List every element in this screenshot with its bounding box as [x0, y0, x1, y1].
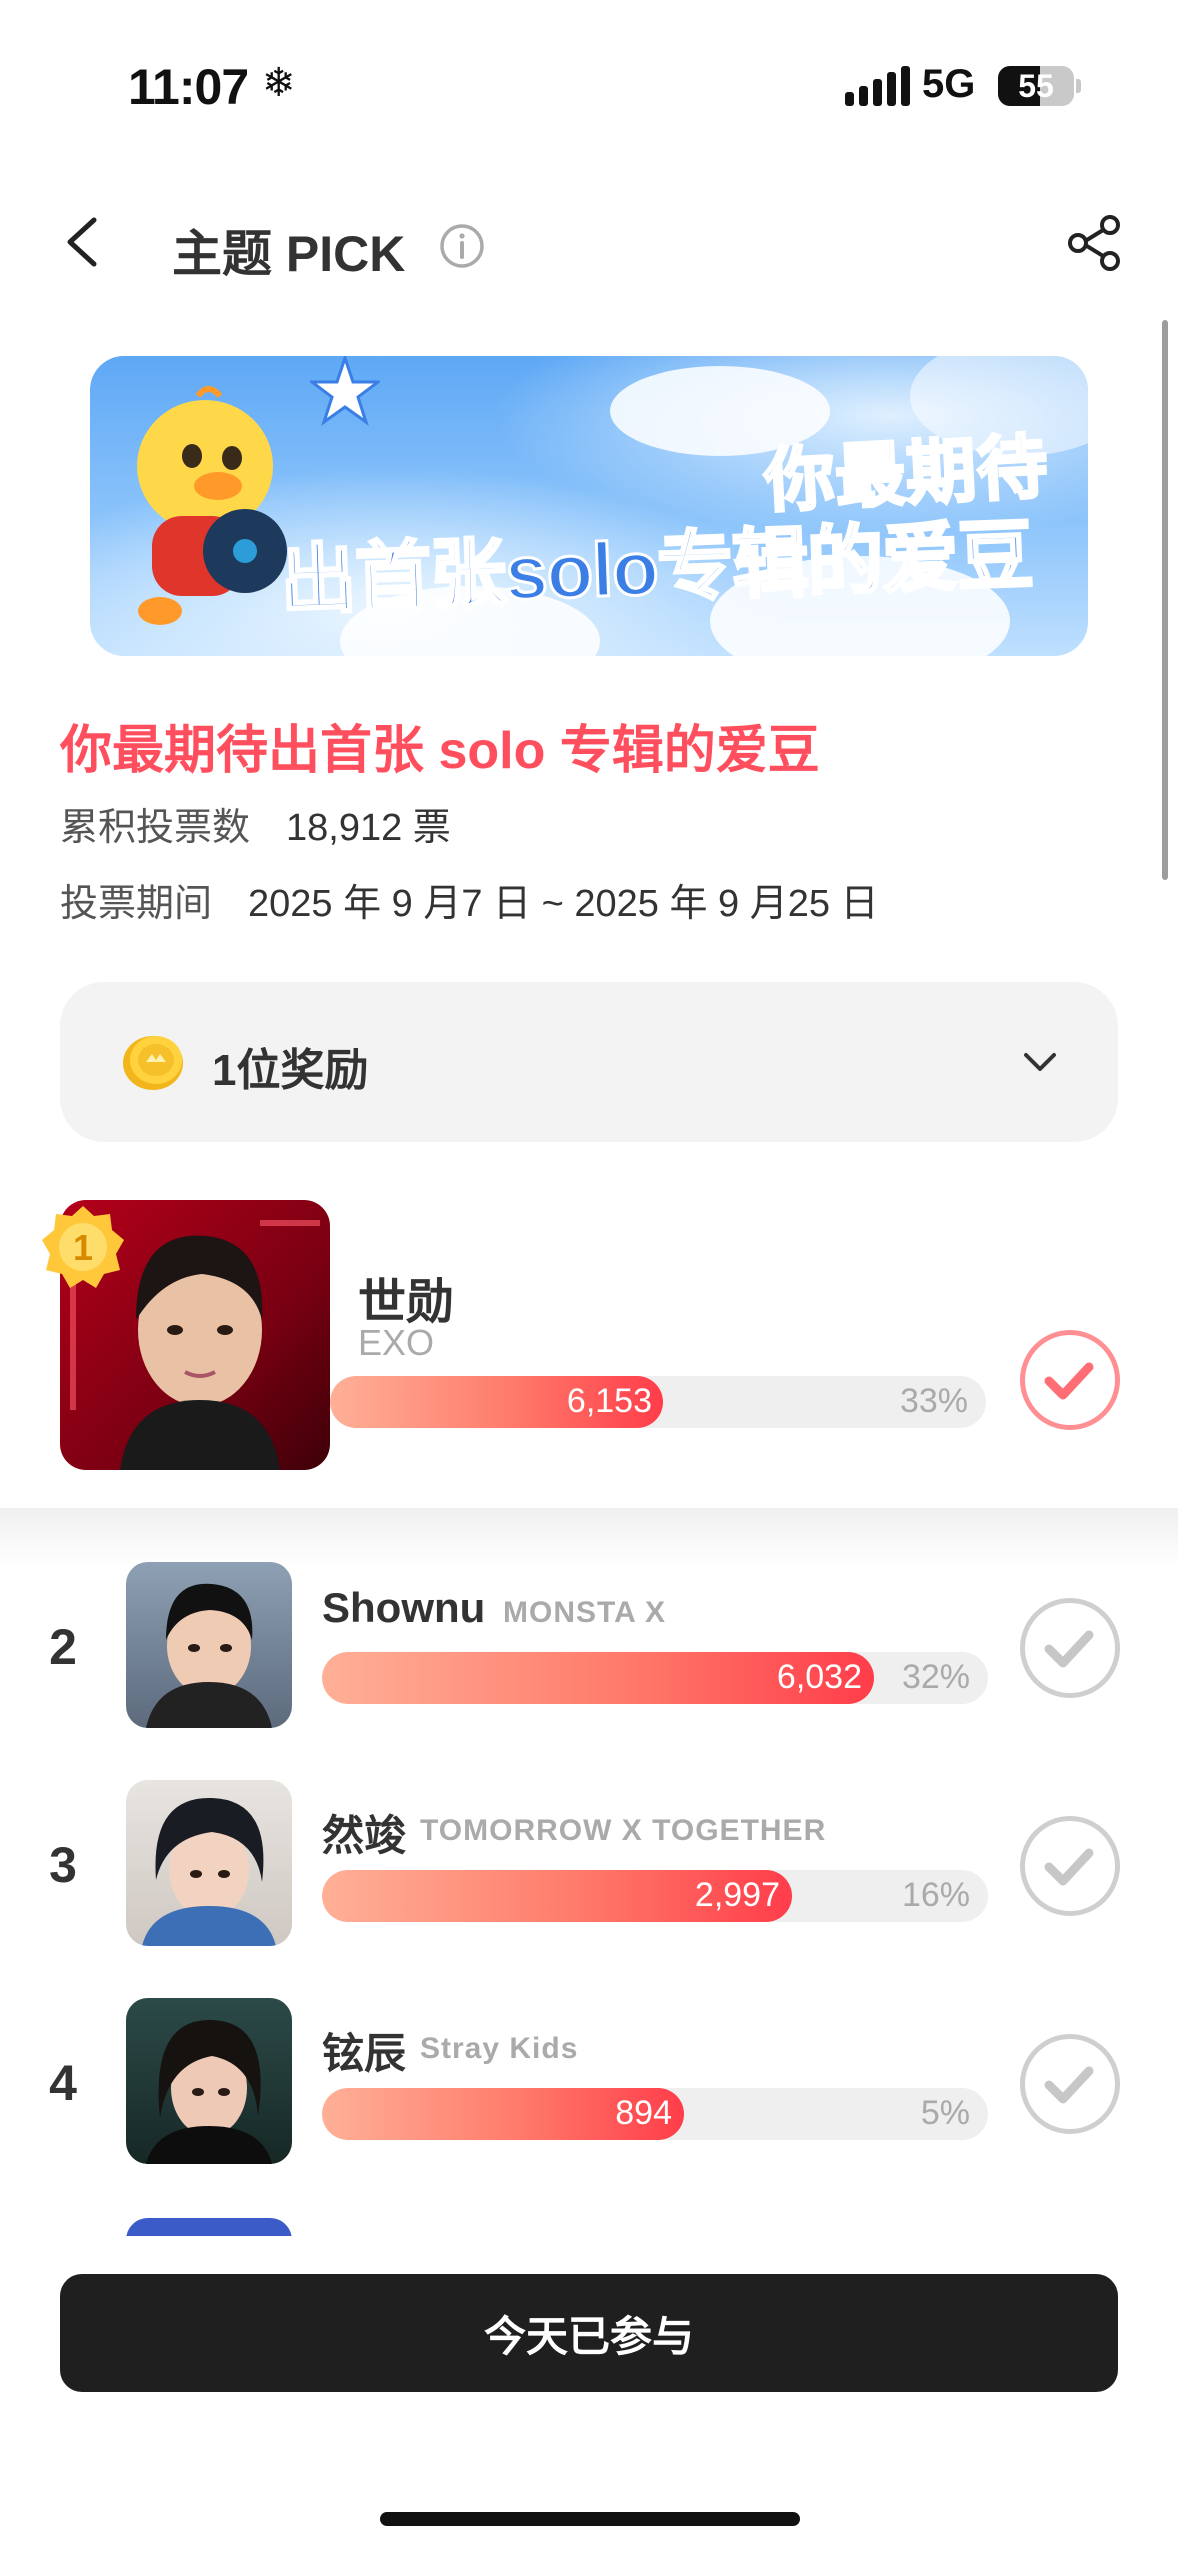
- candidate-group: EXO: [358, 1322, 435, 1363]
- battery-tip: [1076, 79, 1081, 93]
- vote-check-button[interactable]: [1020, 1816, 1120, 1916]
- check-icon: [1044, 1362, 1094, 1400]
- share-icon[interactable]: [1064, 212, 1126, 274]
- list-item: 2 Shownu MONSTA X 6,032 32%: [0, 1562, 1178, 1732]
- period-value: 2025 年 9 月7 日 ~ 2025 年 9 月25 日: [248, 883, 879, 925]
- coin-icon: [123, 1036, 183, 1090]
- svg-text:1: 1: [73, 1227, 93, 1268]
- reward-dropdown[interactable]: 1位奖励: [60, 982, 1118, 1142]
- signal-icon: [845, 66, 910, 106]
- battery-level: 55: [1018, 68, 1054, 104]
- star-icon: [310, 356, 380, 426]
- candidate-group: MONSTA X: [503, 1596, 666, 1629]
- rank-number: 2: [49, 1619, 77, 1675]
- info-icon[interactable]: [438, 222, 486, 270]
- page-title: 主题 PICK: [172, 226, 406, 282]
- home-indicator[interactable]: [380, 2512, 800, 2526]
- network-label: 5G: [922, 62, 976, 106]
- list-item: 4 铉辰 Stray Kids 894 5%: [0, 1998, 1178, 2168]
- avatar: [126, 1562, 292, 1728]
- snowflake-icon: ❄: [262, 61, 296, 105]
- vote-bar: 6,153 33%: [330, 1376, 986, 1428]
- vote-check-button[interactable]: [1020, 2034, 1120, 2134]
- vote-bar: 6,032 32%: [322, 1652, 988, 1704]
- back-arrow-icon[interactable]: [56, 212, 116, 272]
- candidate-group: Stray Kids: [420, 2032, 579, 2065]
- participated-button[interactable]: 今天已参与: [60, 2274, 1118, 2392]
- check-icon: [1044, 1630, 1094, 1668]
- check-icon: [1044, 1848, 1094, 1886]
- check-icon: [1044, 2066, 1094, 2104]
- vote-check-button[interactable]: [1020, 1330, 1120, 1430]
- candidate-name: Shownu: [322, 1584, 486, 1631]
- votes-row: 累积投票数 18,912 票: [60, 796, 451, 851]
- vote-bar: 894 5%: [322, 2088, 988, 2140]
- period-label: 投票期间: [60, 883, 213, 925]
- vote-percent: 33%: [899, 1382, 968, 1420]
- vote-bar: 2,997 16%: [322, 1870, 988, 1922]
- vote-count: 894: [615, 2094, 672, 2132]
- topic-title: 你最期待出首张 solo 专辑的爱豆: [60, 722, 820, 780]
- vote-count: 6,032: [776, 1658, 862, 1696]
- card-shadow: [0, 1508, 1178, 1568]
- vote-percent: 32%: [901, 1658, 970, 1696]
- rank-number: 3: [49, 1837, 77, 1893]
- reward-label: 1位奖励: [212, 1046, 369, 1095]
- medal-icon: 1: [42, 1206, 124, 1288]
- avatar: [126, 1780, 292, 1946]
- vote-count: 6,153: [566, 1382, 652, 1420]
- status-time: 11:07: [128, 59, 249, 115]
- list-item: 3 然竣 TOMORROW X TOGETHER 2,997 16%: [0, 1780, 1178, 1950]
- topic-banner: 你最期待 出首张solo专辑的爱豆: [90, 356, 1088, 656]
- votes-label: 累积投票数: [60, 807, 251, 849]
- period-row: 投票期间 2025 年 9 月7 日 ~ 2025 年 9 月25 日: [60, 872, 879, 927]
- avatar: [126, 1998, 292, 2164]
- vote-percent: 5%: [920, 2094, 970, 2132]
- vote-check-button[interactable]: [1020, 1598, 1120, 1698]
- vote-percent: 16%: [901, 1876, 970, 1914]
- scrollbar[interactable]: [1162, 320, 1168, 880]
- candidate-group: TOMORROW X TOGETHER: [420, 1814, 827, 1847]
- vote-count: 2,997: [694, 1876, 780, 1914]
- duck-mascot-icon: [137, 386, 287, 625]
- chevron-down-icon: [1024, 1053, 1056, 1071]
- votes-value: 18,912 票: [286, 807, 451, 849]
- battery-icon: 55: [998, 66, 1074, 106]
- candidate-name: 铉辰: [322, 2030, 407, 2077]
- rank-first-card: 世勋 EXO 6,153 33%: [0, 1200, 1178, 1510]
- candidate-name: 然竣: [322, 1812, 407, 1859]
- rank-number: 4: [49, 2055, 77, 2111]
